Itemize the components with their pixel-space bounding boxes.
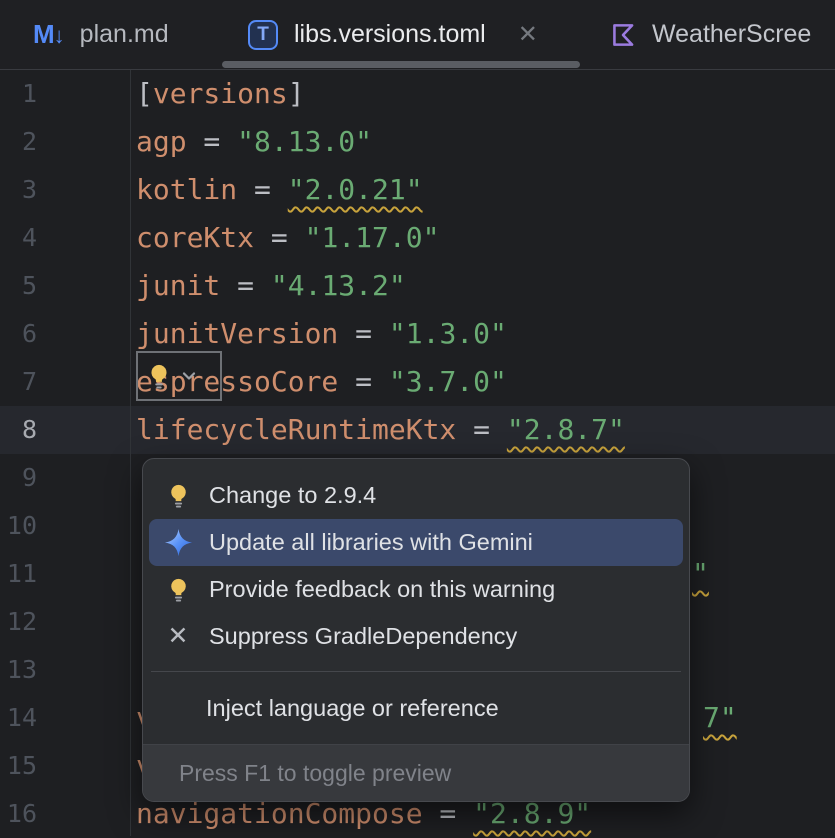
code-text: [versions] — [136, 70, 305, 118]
line-number: 8 — [0, 406, 37, 454]
code-text: kotlin = "2.0.21" — [136, 166, 423, 214]
code-line[interactable]: 4 coreKtx = "1.17.0" — [0, 214, 835, 262]
menu-item-update-with-gemini[interactable]: Update all libraries with Gemini — [149, 519, 683, 566]
intention-lightbulb-box[interactable] — [136, 351, 222, 401]
menu-item-inject-language[interactable]: Inject language or reference — [149, 685, 683, 732]
line-number: 7 — [0, 358, 37, 406]
code-line[interactable]: 2 agp = "8.13.0" — [0, 118, 835, 166]
tab-label: plan.md — [80, 20, 169, 49]
suppress-icon: ✕ — [162, 624, 194, 649]
code-line[interactable]: 6 junitVersion = "1.3.0" — [0, 310, 835, 358]
menu-item-suppress[interactable]: ✕ Suppress GradleDependency — [149, 613, 683, 660]
menu-divider — [151, 671, 681, 672]
line-number: 3 — [0, 166, 37, 214]
line-number: 10 — [0, 502, 37, 550]
code-text: junit = "4.13.2" — [136, 262, 406, 310]
line-number: 9 — [0, 454, 37, 502]
line-number: 14 — [0, 694, 37, 742]
line-number: 16 — [0, 790, 37, 838]
menu-item-change-version[interactable]: Change to 2.9.4 — [149, 472, 683, 519]
intention-popup: Change to 2.9.4 — [142, 458, 690, 802]
lightbulb-icon — [162, 482, 194, 509]
menu-item-provide-feedback[interactable]: Provide feedback on this warning — [149, 566, 683, 613]
line-number: 2 — [0, 118, 37, 166]
tab-plan-md[interactable]: M↓ plan.md — [0, 0, 200, 69]
tab-weatherscreen-kt[interactable]: WeatherScree — [600, 0, 835, 69]
popup-footer: Press F1 to toggle preview — [143, 744, 689, 801]
code-line[interactable]: 3 kotlin = "2.0.21" — [0, 166, 835, 214]
chevron-down-icon — [179, 366, 199, 386]
line-number: 11 — [0, 550, 37, 598]
kotlin-file-icon — [608, 20, 638, 50]
intention-popup-items: Change to 2.9.4 — [143, 459, 689, 732]
line-number: 4 — [0, 214, 37, 262]
code-text-fragment: 7" — [703, 694, 737, 742]
line-number: 1 — [0, 70, 37, 118]
close-tab-icon[interactable]: ✕ — [518, 23, 538, 47]
line-number: 12 — [0, 598, 37, 646]
line-number: 5 — [0, 262, 37, 310]
line-number: 6 — [0, 310, 37, 358]
tab-libs-versions-toml[interactable]: T libs.versions.toml ✕ — [222, 0, 580, 69]
editor-tab-bar: M↓ plan.md T libs.versions.toml ✕ Weathe… — [0, 0, 835, 70]
code-text: lifecycleRuntimeKtx = "2.8.7" — [136, 406, 625, 454]
line-number: 15 — [0, 742, 37, 790]
gutter-separator — [130, 70, 131, 836]
ide-window: M↓ plan.md T libs.versions.toml ✕ Weathe… — [0, 0, 835, 836]
menu-item-label: Change to 2.9.4 — [209, 482, 376, 509]
code-line[interactable]: 7 espressoCore = "3.7.0" — [0, 358, 835, 406]
menu-item-label: Update all libraries with Gemini — [209, 529, 533, 556]
popup-footer-hint: Press F1 to toggle preview — [179, 760, 451, 787]
lightbulb-icon — [162, 576, 194, 603]
code-text-fragment: " — [692, 550, 709, 598]
active-tab-underline — [222, 61, 580, 68]
code-line-current[interactable]: 8 lifecycleRuntimeKtx = "2.8.7" — [0, 406, 835, 454]
tab-label: WeatherScree — [652, 20, 811, 49]
markdown-icon: M↓ — [33, 19, 65, 50]
code-editor: 1 [versions] 2 agp = "8.13.0" 3 kotlin =… — [0, 70, 835, 836]
menu-item-label: Inject language or reference — [206, 695, 499, 722]
menu-item-label: Suppress GradleDependency — [209, 623, 517, 650]
gemini-icon — [162, 527, 194, 558]
menu-item-label: Provide feedback on this warning — [209, 576, 555, 603]
lightbulb-icon — [145, 362, 173, 390]
line-number: 13 — [0, 646, 37, 694]
code-text: agp = "8.13.0" — [136, 118, 372, 166]
tab-label: libs.versions.toml — [294, 20, 486, 49]
code-line[interactable]: 1 [versions] — [0, 70, 835, 118]
code-text: coreKtx = "1.17.0" — [136, 214, 439, 262]
code-line[interactable]: 5 junit = "4.13.2" — [0, 262, 835, 310]
toml-file-icon: T — [248, 20, 278, 50]
